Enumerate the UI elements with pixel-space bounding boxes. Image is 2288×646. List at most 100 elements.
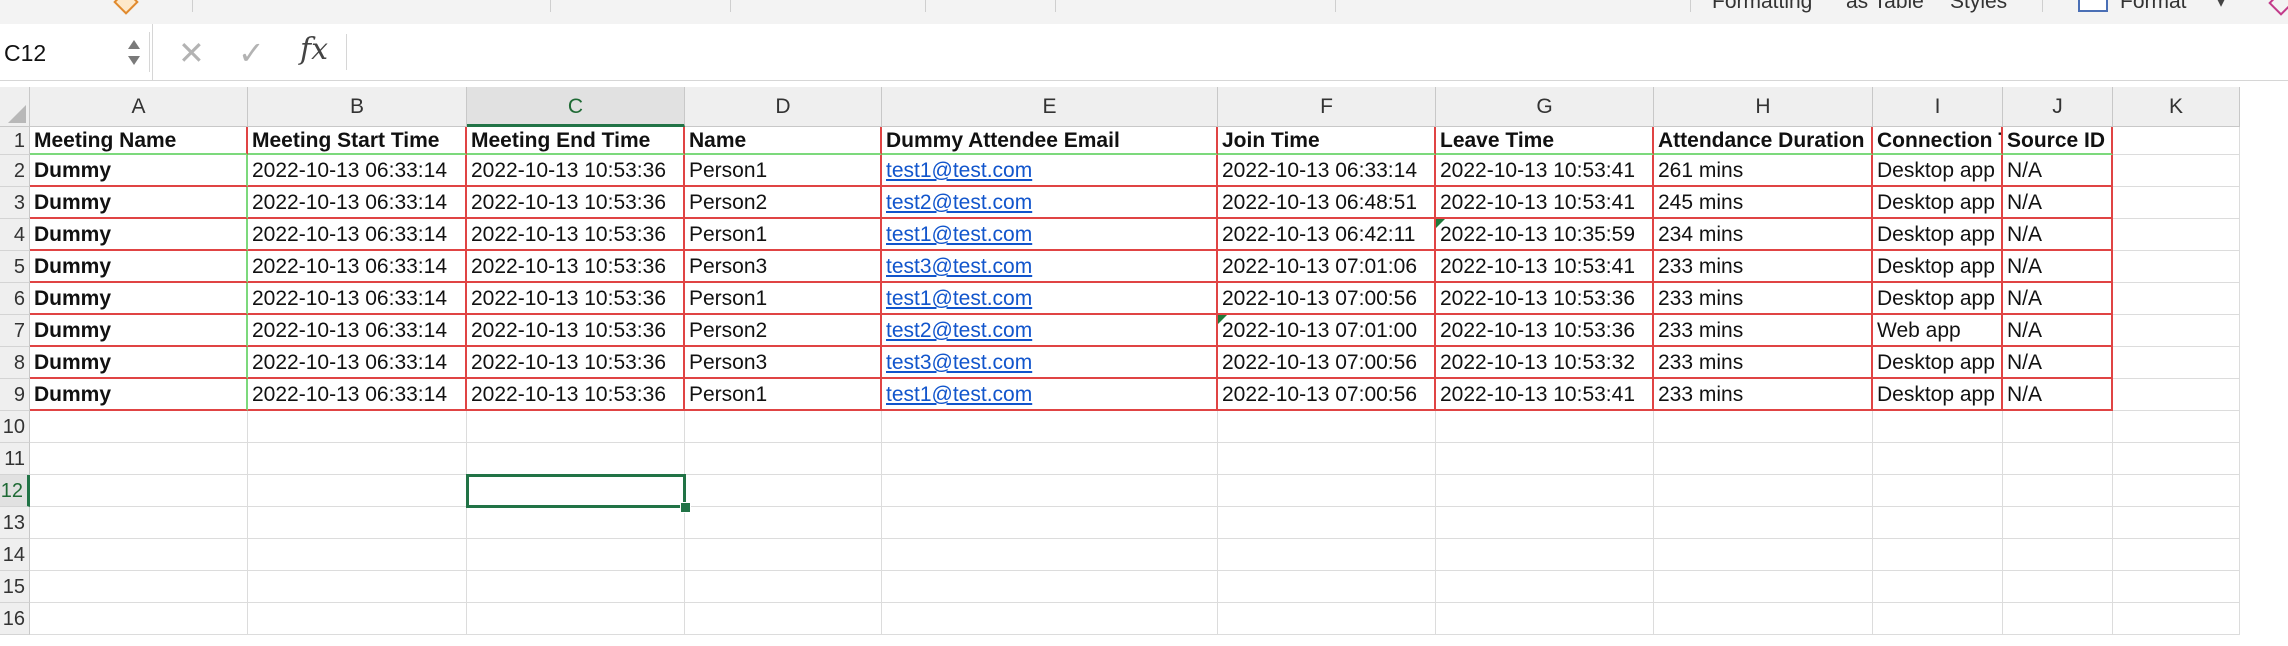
row-header[interactable]: 4 bbox=[0, 219, 30, 251]
cell[interactable] bbox=[1873, 507, 2003, 539]
cell[interactable]: Person1 bbox=[685, 219, 882, 251]
column-title-cell[interactable]: Attendance Duration bbox=[1654, 127, 1873, 155]
cell[interactable] bbox=[1218, 411, 1436, 443]
cell[interactable]: 2022-10-13 10:53:36 bbox=[467, 283, 685, 315]
cell[interactable] bbox=[882, 571, 1218, 603]
column-title-cell[interactable]: Source ID bbox=[2003, 127, 2113, 155]
cell[interactable] bbox=[1654, 475, 1873, 507]
column-header[interactable]: D bbox=[685, 87, 882, 127]
cell[interactable] bbox=[1436, 411, 1654, 443]
cell[interactable] bbox=[1436, 539, 1654, 571]
cell[interactable] bbox=[882, 411, 1218, 443]
cell[interactable] bbox=[1873, 443, 2003, 475]
cell[interactable]: 2022-10-13 06:33:14 bbox=[248, 187, 467, 219]
cell[interactable] bbox=[248, 411, 467, 443]
cell[interactable]: 2022-10-13 10:53:36 bbox=[467, 219, 685, 251]
cell[interactable] bbox=[1654, 507, 1873, 539]
cell[interactable] bbox=[2003, 571, 2113, 603]
cell[interactable] bbox=[882, 507, 1218, 539]
column-title-cell[interactable]: Meeting Name bbox=[30, 127, 248, 155]
cell[interactable] bbox=[685, 475, 882, 507]
cell[interactable]: Person3 bbox=[685, 251, 882, 283]
format-cells-icon[interactable] bbox=[2078, 0, 2108, 12]
cell[interactable] bbox=[1873, 539, 2003, 571]
cell[interactable]: Person2 bbox=[685, 315, 882, 347]
cell[interactable]: 233 mins bbox=[1654, 315, 1873, 347]
sensitivity-icon[interactable] bbox=[2268, 0, 2288, 16]
cell[interactable]: Person1 bbox=[685, 283, 882, 315]
cell[interactable]: 2022-10-13 10:53:36 bbox=[467, 315, 685, 347]
cell[interactable]: Person2 bbox=[685, 187, 882, 219]
cell[interactable]: 233 mins bbox=[1654, 347, 1873, 379]
cell[interactable] bbox=[685, 603, 882, 635]
cell[interactable]: 2022-10-13 06:42:11 bbox=[1218, 219, 1436, 251]
cell[interactable]: Dummy bbox=[30, 187, 248, 219]
cell[interactable]: 2022-10-13 06:33:14 bbox=[248, 251, 467, 283]
email-link[interactable]: test2@test.com bbox=[882, 315, 1218, 347]
cell[interactable] bbox=[1218, 571, 1436, 603]
column-title-cell[interactable]: Meeting End Time bbox=[467, 127, 685, 155]
cell[interactable]: Dummy bbox=[30, 251, 248, 283]
cell[interactable] bbox=[2113, 475, 2240, 507]
column-title-cell[interactable]: Join Time bbox=[1218, 127, 1436, 155]
function-icon[interactable]: fx bbox=[300, 32, 328, 67]
column-header[interactable]: J bbox=[2003, 87, 2113, 127]
cell[interactable] bbox=[2113, 507, 2240, 539]
cell[interactable]: 2022-10-13 06:33:14 bbox=[248, 219, 467, 251]
cell[interactable] bbox=[1654, 603, 1873, 635]
cell[interactable]: 2022-10-13 10:53:41 bbox=[1436, 379, 1654, 411]
cell[interactable] bbox=[2113, 443, 2240, 475]
cell[interactable] bbox=[1654, 539, 1873, 571]
cell[interactable]: 2022-10-13 10:53:41 bbox=[1436, 187, 1654, 219]
cell[interactable] bbox=[882, 443, 1218, 475]
cell[interactable] bbox=[2113, 603, 2240, 635]
cell[interactable] bbox=[467, 411, 685, 443]
cell[interactable]: N/A bbox=[2003, 347, 2113, 379]
name-box-stepper-icon[interactable] bbox=[126, 38, 142, 68]
cell[interactable] bbox=[1873, 475, 2003, 507]
cell[interactable]: 2022-10-13 10:53:36 bbox=[1436, 283, 1654, 315]
cell[interactable]: Desktop app bbox=[1873, 283, 2003, 315]
row-header[interactable]: 11 bbox=[0, 443, 30, 475]
format-label[interactable]: Format bbox=[2120, 0, 2187, 14]
cell[interactable]: Person3 bbox=[685, 347, 882, 379]
cell[interactable] bbox=[467, 603, 685, 635]
cell[interactable] bbox=[467, 539, 685, 571]
cell[interactable] bbox=[2113, 315, 2240, 347]
cell[interactable] bbox=[1436, 507, 1654, 539]
cell[interactable] bbox=[30, 571, 248, 603]
cell[interactable] bbox=[2113, 411, 2240, 443]
cell[interactable] bbox=[248, 475, 467, 507]
cell[interactable] bbox=[467, 571, 685, 603]
cell[interactable] bbox=[2003, 443, 2113, 475]
cell[interactable]: 2022-10-13 06:33:14 bbox=[248, 379, 467, 411]
cell[interactable]: 2022-10-13 10:53:32 bbox=[1436, 347, 1654, 379]
row-header[interactable]: 15 bbox=[0, 571, 30, 603]
row-header[interactable]: 14 bbox=[0, 539, 30, 571]
cell[interactable] bbox=[467, 443, 685, 475]
cell[interactable]: 2022-10-13 10:53:36 bbox=[1436, 315, 1654, 347]
cell[interactable] bbox=[1218, 603, 1436, 635]
row-header[interactable]: 13 bbox=[0, 507, 30, 539]
cell[interactable]: Web app bbox=[1873, 315, 2003, 347]
cell[interactable]: 2022-10-13 07:01:06 bbox=[1218, 251, 1436, 283]
cell[interactable]: 2022-10-13 10:53:41 bbox=[1436, 155, 1654, 187]
column-title-cell[interactable]: Meeting Start Time bbox=[248, 127, 467, 155]
cell[interactable] bbox=[2003, 411, 2113, 443]
cell[interactable] bbox=[2113, 379, 2240, 411]
cell[interactable] bbox=[2113, 127, 2240, 155]
cell[interactable] bbox=[1218, 539, 1436, 571]
cell[interactable]: 233 mins bbox=[1654, 283, 1873, 315]
cell[interactable]: 2022-10-13 10:53:36 bbox=[467, 347, 685, 379]
column-title-cell[interactable]: Leave Time bbox=[1436, 127, 1654, 155]
cell[interactable] bbox=[1873, 603, 2003, 635]
cell[interactable]: N/A bbox=[2003, 315, 2113, 347]
cell[interactable]: N/A bbox=[2003, 251, 2113, 283]
cell[interactable] bbox=[2003, 475, 2113, 507]
cell[interactable] bbox=[1873, 411, 2003, 443]
column-title-cell[interactable]: Connection T bbox=[1873, 127, 2003, 155]
cell[interactable] bbox=[2113, 219, 2240, 251]
cell[interactable] bbox=[1218, 475, 1436, 507]
cell[interactable]: Desktop app bbox=[1873, 251, 2003, 283]
cell[interactable]: 2022-10-13 10:53:36 bbox=[467, 251, 685, 283]
